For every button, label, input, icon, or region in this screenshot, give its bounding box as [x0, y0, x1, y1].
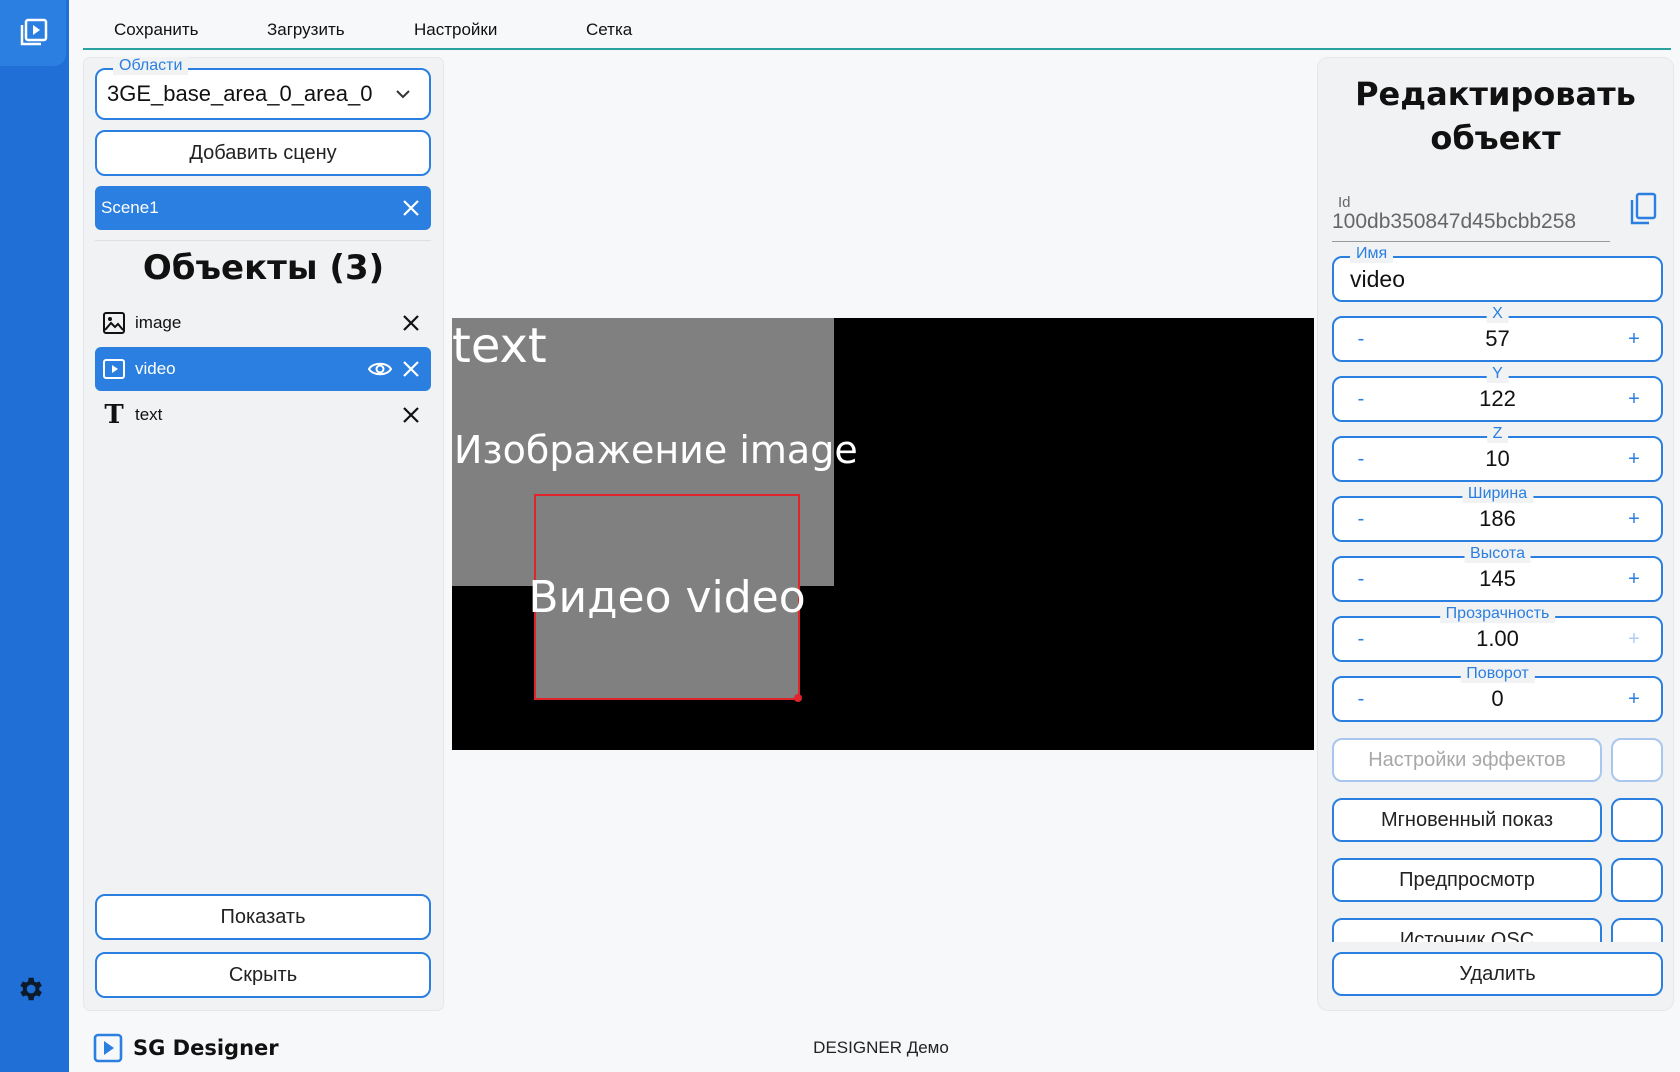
areas-legend: Области [113, 57, 189, 75]
app-name: SG Designer [133, 1036, 279, 1060]
field-legend: X [1486, 305, 1509, 323]
play-square-icon [93, 1033, 123, 1063]
field-legend: Прозрачность [1439, 605, 1556, 623]
field-legend: Поворот [1460, 665, 1535, 683]
text-icon: T [104, 400, 124, 430]
field-value[interactable]: 186 [1388, 506, 1607, 532]
increment-button[interactable]: + [1607, 498, 1661, 540]
gear-icon[interactable] [13, 972, 47, 1006]
increment-button[interactable]: + [1607, 558, 1661, 600]
canvas-video-label: Видео video [528, 571, 806, 623]
decrement-button[interactable]: - [1334, 558, 1388, 600]
x-field[interactable]: X - 57 + [1332, 305, 1663, 362]
instant-show-toggle[interactable] [1611, 798, 1663, 842]
height-field[interactable]: Высота - 145 + [1332, 545, 1663, 602]
decrement-button[interactable]: - [1334, 618, 1388, 660]
increment-button[interactable]: + [1607, 618, 1661, 660]
field-legend: Z [1486, 425, 1509, 443]
app-logo-button[interactable] [0, 0, 66, 66]
areas-value: 3GE_base_area_0_area_0 [107, 81, 373, 106]
close-icon[interactable] [399, 403, 423, 427]
canvas-video-object[interactable]: Видео video [528, 494, 806, 700]
canvas-text-object[interactable]: text [452, 318, 547, 374]
hide-button[interactable]: Скрыть [95, 952, 431, 998]
close-icon[interactable] [399, 196, 423, 220]
object-item-video[interactable]: video [95, 347, 431, 391]
preview-toggle[interactable] [1611, 858, 1663, 902]
field-value[interactable]: 122 [1388, 386, 1607, 412]
increment-button[interactable]: + [1607, 318, 1661, 360]
osc-source-toggle[interactable] [1611, 918, 1663, 942]
menu-settings[interactable]: Настройки [414, 20, 497, 40]
object-label: text [135, 405, 163, 424]
decrement-button[interactable]: - [1334, 678, 1388, 720]
field-value[interactable]: 0 [1388, 686, 1607, 712]
delete-button[interactable]: Удалить [1332, 952, 1663, 996]
scene-canvas[interactable]: text Изображение image Видео video [452, 318, 1314, 750]
menu-load[interactable]: Загрузить [267, 20, 345, 40]
scroll-clip: Источник OSC [1318, 918, 1673, 942]
opacity-field[interactable]: Прозрачность - 1.00 + [1332, 605, 1663, 662]
scenes-panel: Области 3GE_base_area_0_area_0 Добавить … [84, 57, 443, 1010]
decrement-button[interactable]: - [1334, 378, 1388, 420]
id-value: 100db350847d45bcbb258 [1332, 210, 1610, 242]
scene-item[interactable]: Scene1 [95, 186, 431, 230]
effects-toggle[interactable] [1611, 738, 1663, 782]
object-label: image [135, 313, 182, 332]
id-label: Id [1338, 194, 1351, 211]
menu-save[interactable]: Сохранить [114, 20, 198, 40]
show-button[interactable]: Показать [95, 894, 431, 940]
decrement-button[interactable]: - [1334, 438, 1388, 480]
instant-show-button[interactable]: Мгновенный показ [1332, 798, 1602, 842]
scene-label: Scene1 [101, 198, 159, 217]
rotation-field[interactable]: Поворот - 0 + [1332, 665, 1663, 722]
add-scene-button[interactable]: Добавить сцену [95, 130, 431, 176]
image-icon [101, 310, 127, 336]
object-item-image[interactable]: image [95, 301, 431, 345]
menu-bar: Сохранить Загрузить Настройки Сетка [83, 0, 1671, 50]
decrement-button[interactable]: - [1334, 318, 1388, 360]
play-square-icon [20, 18, 48, 46]
increment-button[interactable]: + [1607, 438, 1661, 480]
demo-label: DESIGNER Демо [813, 1038, 949, 1057]
side-rail [0, 0, 69, 1072]
field-value[interactable]: 57 [1388, 326, 1607, 352]
name-field[interactable]: Имя video [1332, 245, 1663, 302]
name-value: video [1350, 266, 1405, 292]
video-icon [101, 356, 127, 382]
menu-grid[interactable]: Сетка [586, 20, 632, 40]
close-icon[interactable] [399, 311, 423, 335]
object-item-text[interactable]: T text [95, 393, 431, 437]
preview-button[interactable]: Предпросмотр [1332, 858, 1602, 902]
edit-object-panel: Редактировать объект Id 100db350847d45bc… [1318, 58, 1673, 1010]
eye-icon[interactable] [367, 357, 393, 381]
field-value[interactable]: 145 [1388, 566, 1607, 592]
increment-button[interactable]: + [1607, 678, 1661, 720]
field-legend: Y [1486, 365, 1509, 383]
close-icon[interactable] [399, 357, 423, 381]
width-field[interactable]: Ширина - 186 + [1332, 485, 1663, 542]
decrement-button[interactable]: - [1334, 498, 1388, 540]
effects-settings-button[interactable]: Настройки эффектов [1332, 738, 1602, 782]
object-label: video [135, 359, 176, 378]
field-legend: Высота [1464, 545, 1531, 563]
field-value[interactable]: 10 [1388, 446, 1607, 472]
field-legend: Ширина [1461, 485, 1534, 503]
resize-handle[interactable] [794, 694, 802, 702]
field-value[interactable]: 1.00 [1388, 626, 1607, 652]
objects-title: Объекты (3) [142, 248, 385, 288]
y-field[interactable]: Y - 122 + [1332, 365, 1663, 422]
copy-icon[interactable] [1628, 192, 1658, 226]
chevron-down-icon [396, 90, 410, 99]
areas-select[interactable]: Области 3GE_base_area_0_area_0 [95, 57, 431, 120]
z-field[interactable]: Z - 10 + [1332, 425, 1663, 482]
increment-button[interactable]: + [1607, 378, 1661, 420]
name-legend: Имя [1350, 245, 1394, 263]
divider [95, 240, 431, 241]
footer-logo: SG Designer [93, 1033, 279, 1063]
panel-title: Редактировать объект [1355, 75, 1636, 157]
osc-source-button[interactable]: Источник OSC [1332, 918, 1602, 942]
canvas-image-label: Изображение image [454, 428, 858, 472]
